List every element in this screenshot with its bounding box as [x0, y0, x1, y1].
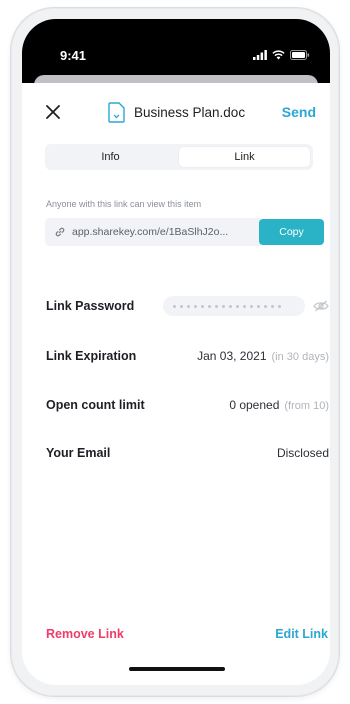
link-icon — [55, 227, 65, 237]
edit-link-button[interactable]: Edit Link — [275, 627, 328, 641]
close-button[interactable] — [42, 101, 64, 123]
link-expiration-row[interactable]: Link Expiration Jan 03, 2021 (in 30 days) — [46, 347, 329, 365]
your-email-row[interactable]: Your Email Disclosed — [46, 446, 329, 460]
signal-icon — [253, 50, 267, 60]
phone-frame: 9:41 Business Plan.doc Send Info Link An… — [10, 7, 340, 697]
tab-link[interactable]: Link — [178, 146, 311, 168]
open-count-value: 0 opened — [229, 398, 280, 412]
link-visibility-notice: Anyone with this link can view this item — [46, 199, 202, 209]
status-bar: 9:41 — [22, 19, 330, 83]
link-expiration-value: Jan 03, 2021 — [197, 349, 267, 363]
document-title: Business Plan.doc — [134, 104, 246, 120]
tab-info[interactable]: Info — [45, 144, 176, 170]
link-password-row: Link Password — [46, 296, 329, 316]
title-group: Business Plan.doc — [108, 100, 245, 124]
eye-off-icon[interactable] — [313, 300, 329, 312]
wifi-icon — [272, 50, 285, 60]
your-email-value: Disclosed — [276, 446, 329, 460]
your-email-label: Your Email — [46, 446, 111, 460]
link-expiration-sub: (in 30 days) — [271, 351, 329, 363]
document-icon — [108, 101, 125, 123]
link-expiration-label: Link Expiration — [46, 349, 137, 363]
open-count-row[interactable]: Open count limit 0 opened (from 10) — [46, 396, 329, 414]
remove-link-button[interactable]: Remove Link — [46, 627, 124, 641]
link-password-label: Link Password — [46, 299, 135, 313]
link-password-field[interactable] — [163, 296, 305, 316]
segmented-control: Info Link — [45, 144, 313, 170]
copy-button[interactable]: Copy — [259, 219, 324, 245]
home-indicator — [129, 667, 225, 671]
open-count-sub: (from 10) — [284, 400, 329, 412]
open-count-label: Open count limit — [46, 398, 145, 412]
battery-icon — [290, 50, 310, 60]
status-time: 9:41 — [60, 48, 87, 63]
share-link-url: app.sharekey.com/e/1BaSlhJ2o... — [72, 226, 229, 238]
share-sheet: Business Plan.doc Send Info Link Anyone … — [22, 83, 330, 685]
screen: 9:41 Business Plan.doc Send Info Link An… — [22, 19, 330, 685]
send-button[interactable]: Send — [282, 104, 316, 120]
status-icons — [253, 49, 310, 61]
share-link-row: app.sharekey.com/e/1BaSlhJ2o... Copy — [45, 218, 328, 246]
share-link-field[interactable]: app.sharekey.com/e/1BaSlhJ2o... — [45, 218, 261, 246]
close-icon — [46, 105, 60, 119]
sheet-footer: Remove Link Edit Link — [22, 625, 330, 685]
sheet-header: Business Plan.doc Send — [22, 83, 330, 141]
